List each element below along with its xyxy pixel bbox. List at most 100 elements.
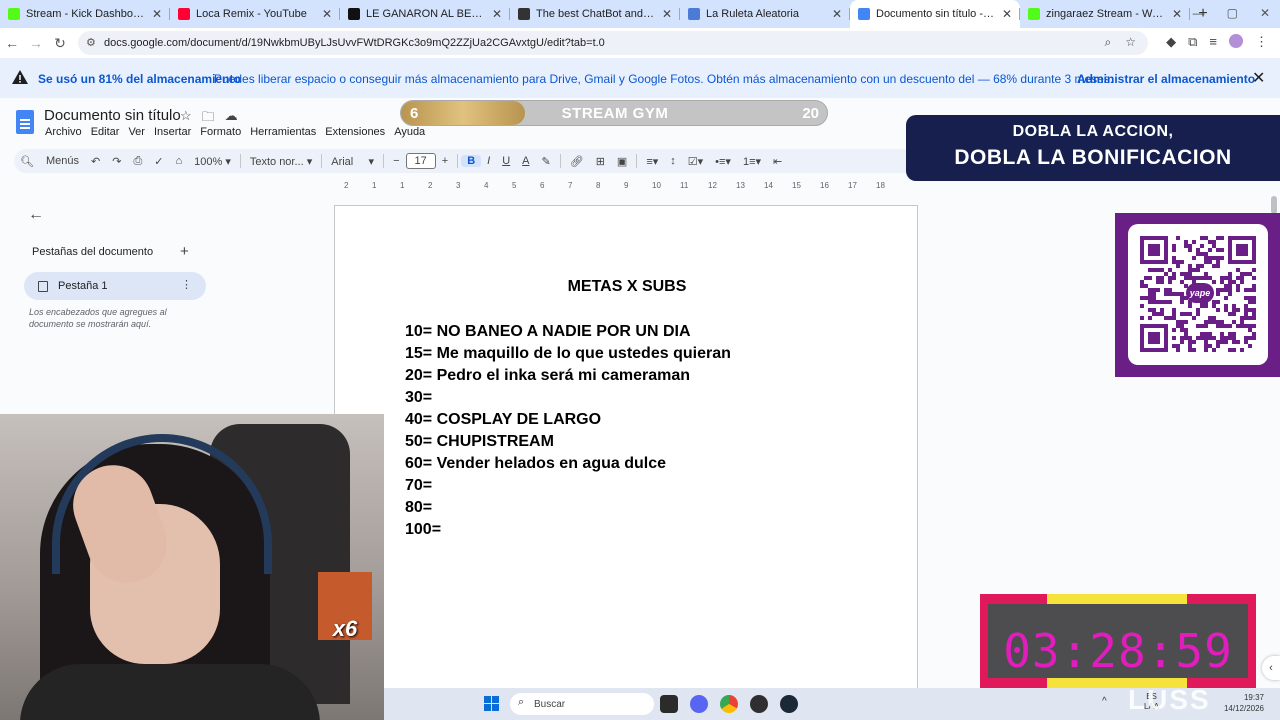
- scrollbar-thumb[interactable]: [1271, 196, 1277, 214]
- tab-close-icon[interactable]: ✕: [1002, 7, 1012, 21]
- ruler-tick-label: 16: [820, 181, 829, 190]
- zoom-icon[interactable]: ⌕: [1105, 35, 1112, 50]
- menu-item[interactable]: Editar: [91, 126, 120, 138]
- side-panel-toggle[interactable]: ‹: [1262, 656, 1280, 680]
- forward-icon[interactable]: →: [24, 35, 48, 51]
- tab-label: LE GANARON AL BEBOTISMOC: [366, 8, 486, 20]
- goal-line: 100=: [405, 521, 442, 538]
- image-icon[interactable]: ▣: [611, 155, 633, 168]
- window-controls: — ▢ ✕: [1193, 6, 1270, 20]
- ruler[interactable]: 2 1 1 2 3 4 5 6 7 8 9 10 11 12 13 14 15 16 17 18: [334, 179, 918, 193]
- document-title[interactable]: Documento sin título: [44, 107, 181, 124]
- menu-item[interactable]: Insertar: [154, 126, 191, 138]
- line-spacing-icon[interactable]: ↕: [664, 155, 682, 167]
- increase-font-size-icon[interactable]: +: [436, 155, 454, 167]
- clock[interactable]: 19:37 14/12/2026: [1204, 692, 1264, 714]
- tab-close-icon[interactable]: ✕: [492, 7, 502, 21]
- obs-icon[interactable]: [750, 695, 768, 713]
- tab-close-icon[interactable]: ✕: [1172, 7, 1182, 21]
- bullet-list-icon[interactable]: •≡▾: [709, 155, 737, 168]
- toolbar-divider: [636, 154, 638, 168]
- search-menus-button[interactable]: Menús: [40, 155, 85, 167]
- italic-button[interactable]: I: [481, 155, 496, 167]
- bookmark-star-icon[interactable]: ☆: [1125, 35, 1136, 50]
- multiplier-text: x6: [332, 616, 358, 641]
- back-arrow-icon[interactable]: ←: [28, 206, 44, 224]
- redo-icon[interactable]: ↷: [106, 155, 127, 168]
- extension-icon[interactable]: ◆: [1166, 34, 1176, 50]
- style-select[interactable]: Texto nor... ▾: [244, 155, 318, 168]
- discord-icon[interactable]: [690, 695, 708, 713]
- checklist-icon[interactable]: ☑▾: [682, 155, 709, 168]
- browser-tab[interactable]: Loca Remix - YouTube ✕: [170, 0, 340, 28]
- goal-line: 10= NO BANEO A NADIE POR UN DIA: [405, 323, 691, 340]
- profile-avatar-icon[interactable]: [1229, 34, 1243, 48]
- tab-close-icon[interactable]: ✕: [832, 7, 842, 21]
- url-input[interactable]: ⚙ docs.google.com/document/d/19NwkbmUByL…: [78, 31, 1148, 55]
- menu-item[interactable]: Herramientas: [250, 126, 316, 138]
- manage-storage-link[interactable]: Administrar el almacenamiento: [1077, 72, 1255, 86]
- docs-logo-icon[interactable]: [16, 110, 34, 134]
- task-view-icon[interactable]: [660, 695, 678, 713]
- decrease-font-size-icon[interactable]: −: [387, 155, 405, 167]
- storage-banner-message: Puedes liberar espacio o conseguir más a…: [214, 72, 1114, 86]
- playlist-icon[interactable]: ≡: [1209, 34, 1217, 50]
- puzzle-icon[interactable]: ⧉: [1188, 34, 1197, 50]
- text-color-button[interactable]: A: [516, 155, 535, 167]
- document-page[interactable]: METAS X SUBS 10= NO BANEO A NADIE POR UN…: [334, 205, 918, 720]
- bold-button[interactable]: B: [461, 155, 482, 167]
- close-icon[interactable]: ✕: [1252, 68, 1265, 88]
- add-tab-button[interactable]: +: [180, 243, 189, 260]
- windows-start-icon[interactable]: [484, 696, 499, 711]
- tab-close-icon[interactable]: ✕: [152, 7, 162, 21]
- search-icon: ⌕: [518, 696, 525, 708]
- paint-format-icon[interactable]: ⌂: [169, 155, 188, 167]
- tab-close-icon[interactable]: ✕: [322, 7, 332, 21]
- tab-close-icon[interactable]: ✕: [662, 7, 672, 21]
- browser-tab[interactable]: La Ruleta Aleatoria ✕: [680, 0, 850, 28]
- browser-tab[interactable]: Stream - Kick Dashboard ✕: [0, 0, 170, 28]
- taskbar-search-input[interactable]: ⌕ Buscar: [510, 693, 654, 715]
- tray-chevron-icon[interactable]: ^: [1102, 696, 1107, 707]
- site-info-icon[interactable]: ⚙: [86, 36, 100, 50]
- maximize-icon[interactable]: ▢: [1227, 6, 1238, 20]
- goal-line: 70=: [405, 477, 433, 494]
- zoom-select[interactable]: 100% ▾: [188, 155, 237, 168]
- ruler-tick-label: 14: [764, 181, 773, 190]
- highlight-icon[interactable]: ✎: [536, 155, 557, 168]
- back-icon[interactable]: ←: [0, 35, 24, 51]
- search-menus-icon[interactable]: 🔍︎: [14, 155, 40, 168]
- sidebar-item-pestana-1[interactable]: Pestaña 1 ⋮: [24, 272, 206, 300]
- browser-tab[interactable]: Documento sin título - Docum ✕: [850, 0, 1020, 28]
- browser-tab[interactable]: The best ChatBot and Widgets ✕: [510, 0, 680, 28]
- undo-icon[interactable]: ↶: [85, 155, 106, 168]
- decrease-indent-icon[interactable]: ⇤: [767, 155, 788, 168]
- numbered-list-icon[interactable]: 1≡▾: [737, 155, 767, 168]
- stream-gym-progress-bar: STREAM GYM 6 20: [400, 100, 828, 126]
- browser-tab[interactable]: zingaraez Stream - Watch Live ✕: [1020, 0, 1190, 28]
- comment-icon[interactable]: ⊞: [590, 155, 611, 168]
- font-size-input[interactable]: 17: [405, 153, 436, 169]
- menu-item[interactable]: Formato: [200, 126, 241, 138]
- align-icon[interactable]: ≡▾: [640, 155, 664, 168]
- browser-menu-icon[interactable]: ⋮: [1255, 34, 1268, 50]
- menu-item[interactable]: Archivo: [45, 126, 82, 138]
- clock-date: 14/12/2026: [1223, 704, 1264, 713]
- streamer-shirt: [20, 664, 320, 720]
- tab-separator: [1189, 8, 1190, 20]
- steam-icon[interactable]: [780, 695, 798, 713]
- font-select[interactable]: Arial ▾: [325, 155, 380, 168]
- spellcheck-icon[interactable]: ✓: [148, 155, 169, 168]
- menu-item[interactable]: Ver: [128, 126, 145, 138]
- print-icon[interactable]: ⎙: [127, 155, 148, 168]
- reload-icon[interactable]: ↻: [48, 35, 72, 52]
- menu-item[interactable]: Extensiones: [325, 126, 385, 138]
- close-window-icon[interactable]: ✕: [1260, 6, 1270, 20]
- more-options-icon[interactable]: ⋮: [181, 278, 192, 291]
- menu-item[interactable]: Ayuda: [394, 126, 425, 138]
- chrome-icon[interactable]: [720, 695, 738, 713]
- link-icon[interactable]: 🔗︎: [564, 155, 590, 168]
- minimize-icon[interactable]: —: [1193, 6, 1205, 20]
- underline-button[interactable]: U: [496, 155, 516, 167]
- browser-tab[interactable]: LE GANARON AL BEBOTISMOC ✕: [340, 0, 510, 28]
